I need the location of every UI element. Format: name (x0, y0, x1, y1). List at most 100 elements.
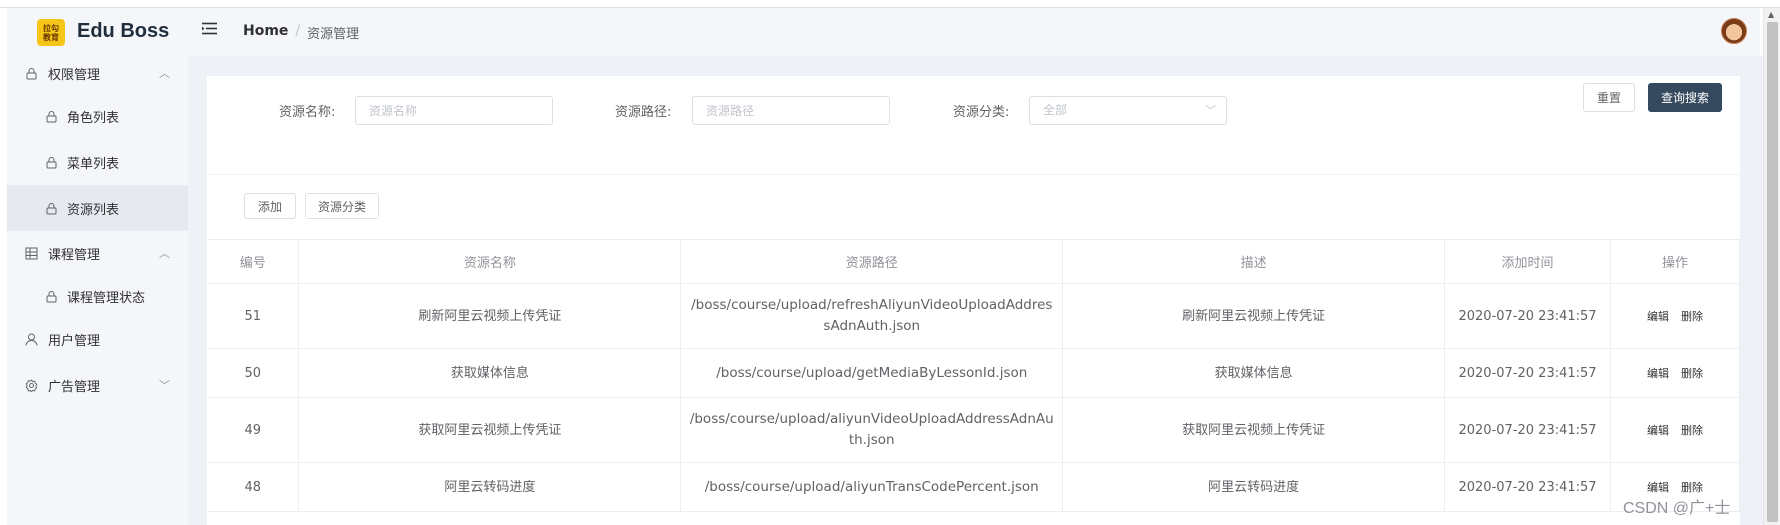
brand-title: Edu Boss (77, 20, 170, 42)
reset-button[interactable]: 重置 (1583, 83, 1635, 112)
lock-icon (44, 201, 58, 215)
cell-path: /boss/course/upload/aliyunVideoUploadAdd… (680, 397, 1064, 463)
chevron-down-icon: ﹀ (159, 379, 170, 392)
cell-description: 获取媒体信息 (1062, 348, 1446, 398)
cell-path: /boss/course/upload/getMediaByLessonId.j… (680, 348, 1064, 398)
sidebar-group-users[interactable]: 用户管理 (7, 316, 188, 362)
column-header-path: 资源路径 (680, 239, 1064, 284)
watermark: CSDN @广+士 (1623, 500, 1731, 517)
logo-text-line1: 拉勾 (43, 23, 59, 33)
cell-created-time: 2020-07-20 23:41:57 (1444, 283, 1611, 349)
table-row: 48 阿里云转码进度 /boss/course/upload/aliyunTra… (207, 462, 1740, 512)
edit-button[interactable]: 编辑 (1647, 363, 1669, 384)
sidebar-item-roles[interactable]: 角色列表 (7, 93, 188, 139)
sidebar-item-label: 课程管理状态 (67, 290, 146, 306)
cell-id: 50 (207, 348, 300, 398)
sidebar-group-permissions[interactable]: 权限管理 ︿ (7, 50, 188, 96)
lock-icon (44, 109, 58, 123)
cell-name: 获取媒体信息 (298, 348, 682, 398)
breadcrumb-current: 资源管理 (307, 27, 360, 42)
lock-icon (24, 66, 38, 80)
column-header-id: 编号 (207, 239, 300, 284)
cell-actions: 编辑 删除 (1610, 397, 1740, 463)
cell-id: 48 (207, 462, 300, 512)
sidebar-group-label: 用户管理 (48, 333, 101, 349)
scroll-up-arrow-icon[interactable]: ▲ (1768, 10, 1774, 19)
cell-description: 刷新阿里云视频上传凭证 (1062, 283, 1446, 349)
cell-actions: 编辑 删除 (1610, 348, 1740, 398)
category-select-value: 全部 (1043, 103, 1068, 117)
add-button[interactable]: 添加 (244, 193, 296, 219)
chevron-up-icon: ︿ (159, 247, 170, 260)
sidebar-group-label: 课程管理 (48, 247, 101, 263)
delete-button[interactable]: 删除 (1681, 420, 1703, 441)
sidebar-item-menus[interactable]: 菜单列表 (7, 139, 188, 185)
table-header-row: 编号 资源名称 资源路径 描述 添加时间 操作 (207, 239, 1740, 284)
app-window: 拉勾 教育 Edu Boss 权限管理 ︿ 角色列表 菜单列表 资源列表 课程管… (0, 0, 1780, 525)
grid-icon (24, 246, 38, 260)
sidebar-group-label: 广告管理 (48, 379, 101, 395)
delete-button[interactable]: 删除 (1681, 363, 1703, 384)
cell-name: 阿里云转码进度 (298, 462, 682, 512)
column-header-description: 描述 (1062, 239, 1446, 284)
table-row: 51 刷新阿里云视频上传凭证 /boss/course/upload/refre… (207, 283, 1740, 349)
logo-text-line2: 教育 (43, 32, 59, 42)
cell-description: 获取阿里云视频上传凭证 (1062, 397, 1446, 463)
cell-created-time: 2020-07-20 23:41:57 (1444, 397, 1611, 463)
chevron-up-icon: ︿ (159, 67, 170, 80)
cell-description: 阿里云转码进度 (1062, 462, 1446, 512)
edit-button[interactable]: 编辑 (1647, 306, 1669, 327)
cell-created-time: 2020-07-20 23:41:57 (1444, 462, 1611, 512)
sidebar: 拉勾 教育 Edu Boss 权限管理 ︿ 角色列表 菜单列表 资源列表 课程管… (7, 8, 188, 525)
top-border (0, 0, 1780, 8)
cell-name: 刷新阿里云视频上传凭证 (298, 283, 682, 349)
sidebar-group-ads[interactable]: 广告管理 ﹀ (7, 362, 188, 408)
table-card: 添加 资源分类 编号 资源名称 资源路径 描述 添加时间 操作 51 刷新阿里云… (207, 175, 1740, 525)
resource-path-label: 资源路径: (615, 105, 672, 120)
resource-category-select[interactable]: 全部 ﹀ (1029, 96, 1227, 125)
cell-id: 51 (207, 283, 300, 349)
menu-toggle-icon[interactable] (202, 22, 218, 38)
column-header-created-time: 添加时间 (1444, 239, 1611, 284)
sidebar-item-label: 资源列表 (67, 202, 120, 218)
table-row: 49 获取阿里云视频上传凭证 /boss/course/upload/aliyu… (207, 397, 1740, 463)
sidebar-group-courses[interactable]: 课程管理 ︿ (7, 230, 188, 276)
top-header: Home / 资源管理 (188, 8, 1760, 56)
chevron-down-icon: ﹀ (1205, 104, 1216, 117)
breadcrumb-home[interactable]: Home (243, 23, 288, 42)
resource-category-button[interactable]: 资源分类 (305, 193, 379, 219)
lock-icon (44, 289, 58, 303)
column-header-name: 资源名称 (298, 239, 682, 284)
resource-table: 编号 资源名称 资源路径 描述 添加时间 操作 51 刷新阿里云视频上传凭证 /… (207, 239, 1740, 512)
sidebar-item-label: 角色列表 (67, 110, 120, 126)
sidebar-item-label: 菜单列表 (67, 156, 120, 172)
resource-name-input[interactable] (355, 96, 553, 125)
column-header-actions: 操作 (1610, 239, 1740, 284)
sidebar-group-label: 权限管理 (48, 67, 101, 83)
scrollbar-thumb[interactable] (1767, 22, 1778, 522)
user-icon (24, 332, 38, 346)
lock-icon (44, 155, 58, 169)
cell-path: /boss/course/upload/refreshAliyunVideoUp… (680, 283, 1064, 349)
resource-path-input[interactable] (692, 96, 890, 125)
cell-path: /boss/course/upload/aliyunTransCodePerce… (680, 462, 1064, 512)
resource-category-label: 资源分类: (953, 105, 1010, 120)
vertical-scrollbar[interactable]: ▲ (1763, 8, 1780, 525)
search-card: 资源名称: 资源路径: 资源分类: 全部 ﹀ 重置 查询搜索 (207, 76, 1740, 174)
delete-button[interactable]: 删除 (1681, 306, 1703, 327)
avatar[interactable] (1721, 18, 1747, 44)
sidebar-item-course-status[interactable]: 课程管理状态 (7, 273, 188, 319)
cell-name: 获取阿里云视频上传凭证 (298, 397, 682, 463)
breadcrumb: Home / 资源管理 (243, 23, 359, 42)
brand: 拉勾 教育 Edu Boss (7, 8, 188, 56)
gear-icon (24, 378, 38, 392)
cell-id: 49 (207, 397, 300, 463)
cell-created-time: 2020-07-20 23:41:57 (1444, 348, 1611, 398)
brand-logo: 拉勾 教育 (37, 19, 65, 46)
resource-name-label: 资源名称: (279, 105, 336, 120)
edit-button[interactable]: 编辑 (1647, 420, 1669, 441)
breadcrumb-separator: / (295, 23, 301, 39)
cell-actions: 编辑 删除 (1610, 283, 1740, 349)
search-button[interactable]: 查询搜索 (1648, 83, 1722, 112)
sidebar-item-resources[interactable]: 资源列表 (7, 185, 188, 231)
